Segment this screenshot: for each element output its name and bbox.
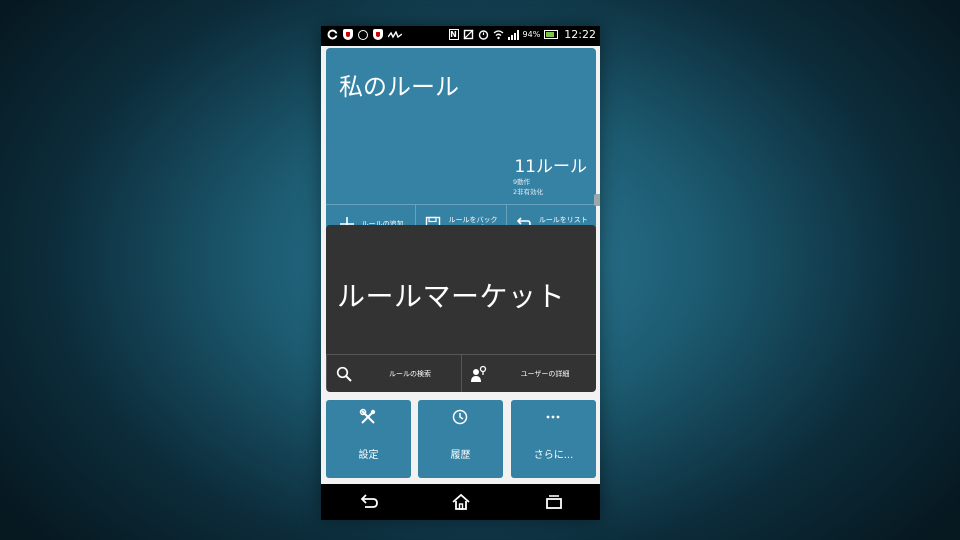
rule-market-tile[interactable]: ルールマーケット ルールの検索 ユーザーの詳細	[326, 225, 596, 392]
active-count: 9動作	[513, 178, 531, 186]
my-rules-tile[interactable]: 私のルール 11ルール 9動作 2非有効化 ルールの追加 ルールをバックアップ	[326, 48, 596, 242]
shield-icon	[373, 29, 383, 40]
settings-tile[interactable]: 設定	[326, 400, 411, 478]
walkman-icon	[388, 29, 402, 40]
history-label: 履歴	[450, 450, 471, 461]
sync-circle-icon	[358, 29, 368, 40]
search-rules-label: ルールの検索	[389, 369, 431, 378]
back-icon[interactable]	[356, 490, 380, 514]
search-rules-button[interactable]: ルールの検索	[326, 355, 461, 392]
history-tile[interactable]: 履歴	[418, 400, 503, 478]
user-location-icon	[470, 365, 488, 383]
nfc-icon: N	[448, 29, 459, 40]
signal-icon	[507, 29, 519, 40]
clock: 12:22	[564, 28, 596, 41]
more-icon	[544, 408, 562, 426]
tools-icon	[359, 408, 377, 426]
disabled-count: 2非有効化	[513, 188, 544, 196]
more-label: さらに...	[533, 450, 574, 461]
battery-icon	[544, 30, 559, 39]
status-bar: N 94% 12:22	[321, 26, 600, 46]
settings-label: 設定	[358, 450, 379, 461]
navigation-bar	[321, 484, 600, 520]
user-details-button[interactable]: ユーザーの詳細	[461, 355, 596, 392]
phone-screen: N 94% 12:22 私のルール 11ルール 9動作 2非有効化 ルールの追加…	[321, 26, 600, 520]
market-actions: ルールの検索 ユーザーの詳細	[326, 354, 596, 392]
my-rules-title: 私のルール	[339, 73, 459, 101]
shield-icon	[343, 29, 353, 40]
more-tile[interactable]: さらに...	[511, 400, 596, 478]
rule-count: 11ルール	[514, 157, 587, 177]
rule-market-title: ルールマーケット	[337, 280, 566, 313]
clock-icon	[451, 408, 469, 426]
rotation-icon	[463, 29, 474, 40]
user-details-label: ユーザーの詳細	[520, 369, 570, 378]
search-icon	[335, 365, 353, 383]
wifi-icon	[493, 29, 504, 40]
gear-icon	[327, 29, 338, 40]
alarm-icon	[478, 29, 489, 40]
battery-percent: 94%	[522, 30, 541, 39]
home-icon[interactable]	[449, 490, 473, 514]
scroll-handle[interactable]	[594, 194, 600, 206]
recent-apps-icon[interactable]	[542, 490, 566, 514]
